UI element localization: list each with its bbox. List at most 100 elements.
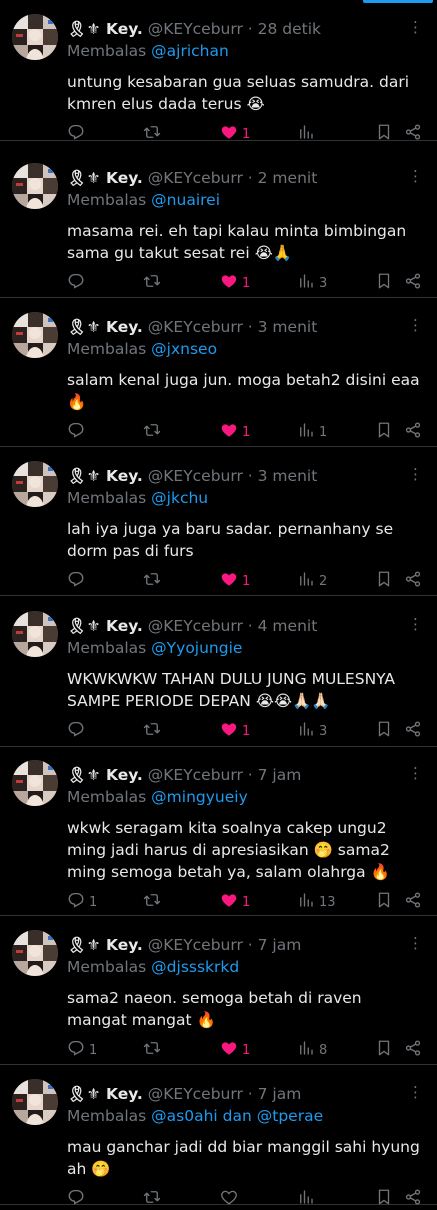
display-name[interactable]: 🎗⚜ Key. [67, 20, 143, 38]
tweet[interactable]: 🎗⚜ Key. @KEYceburr · 3 menit ⋮ Membalas @j… [0, 447, 437, 596]
avatar[interactable] [12, 461, 58, 507]
timestamp[interactable]: 7 jam [258, 936, 302, 954]
avatar[interactable] [12, 14, 58, 60]
avatar[interactable] [12, 163, 58, 209]
avatar[interactable] [12, 760, 58, 806]
share-button[interactable] [404, 571, 422, 591]
bookmark-button[interactable] [375, 1040, 393, 1060]
retweet-button[interactable] [143, 422, 165, 442]
display-name[interactable]: 🎗⚜ Key. [67, 766, 143, 784]
more-icon[interactable]: ⋮ [408, 463, 423, 485]
display-name[interactable]: 🎗⚜ Key. [67, 467, 143, 485]
bookmark-button[interactable] [375, 571, 393, 591]
replying-to-handle[interactable]: @jxnseo [151, 340, 217, 358]
replying-to-handle[interactable]: @ajrichan [151, 42, 229, 60]
reply-button[interactable] [67, 571, 89, 591]
retweet-button[interactable] [143, 1189, 165, 1209]
share-button[interactable] [404, 1189, 422, 1209]
handle[interactable]: @KEYceburr [148, 20, 243, 38]
more-icon[interactable]: ⋮ [408, 16, 423, 38]
handle[interactable]: @KEYceburr [148, 936, 243, 954]
handle[interactable]: @KEYceburr [148, 467, 243, 485]
bookmark-button[interactable] [375, 721, 393, 741]
views-button[interactable] [297, 1189, 319, 1209]
tweet[interactable]: 🎗⚜ Key. @KEYceburr · 3 menit ⋮ Membalas @j… [0, 298, 437, 447]
views-button[interactable]: 2 [297, 571, 327, 591]
handle[interactable]: @KEYceburr [148, 1085, 243, 1103]
display-name[interactable]: 🎗⚜ Key. [67, 318, 143, 336]
tweet[interactable]: 🎗⚜ Key. @KEYceburr · 7 jam ⋮ Membalas @djs… [0, 916, 437, 1065]
bookmark-button[interactable] [375, 422, 393, 442]
like-button[interactable]: 1 [220, 422, 250, 442]
more-icon[interactable]: ⋮ [408, 1081, 423, 1103]
display-name[interactable]: 🎗⚜ Key. [67, 1085, 143, 1103]
like-button[interactable]: 1 [220, 124, 250, 144]
more-icon[interactable]: ⋮ [408, 932, 423, 954]
handle[interactable]: @KEYceburr [148, 766, 243, 784]
views-button[interactable]: 8 [297, 1040, 327, 1060]
share-button[interactable] [404, 892, 422, 912]
display-name[interactable]: 🎗⚜ Key. [67, 169, 143, 187]
bookmark-button[interactable] [375, 124, 393, 144]
timestamp[interactable]: 2 menit [258, 169, 318, 187]
handle[interactable]: @KEYceburr [148, 318, 243, 336]
timestamp[interactable]: 3 menit [258, 318, 318, 336]
like-button[interactable]: 1 [220, 721, 250, 741]
share-button[interactable] [404, 422, 422, 442]
timestamp[interactable]: 7 jam [258, 766, 302, 784]
tweet[interactable]: 🎗⚜ Key. @KEYceburr · 4 menit ⋮ Membalas @Y… [0, 597, 437, 747]
retweet-button[interactable] [143, 273, 165, 293]
reply-button[interactable] [67, 273, 89, 293]
retweet-button[interactable] [143, 571, 165, 591]
more-icon[interactable]: ⋮ [408, 762, 423, 784]
reply-button[interactable]: 1 [67, 892, 97, 912]
bookmark-button[interactable] [375, 1189, 393, 1209]
retweet-button[interactable] [143, 892, 165, 912]
like-button[interactable] [220, 1189, 242, 1209]
tweet[interactable]: 🎗⚜ Key. @KEYceburr · 28 detik ⋮ Membalas @… [0, 0, 437, 144]
share-button[interactable] [404, 1040, 422, 1060]
tweet[interactable]: 🎗⚜ Key. @KEYceburr · 7 jam ⋮ Membalas @as0… [0, 1065, 437, 1205]
avatar[interactable] [12, 312, 58, 358]
more-icon[interactable]: ⋮ [408, 165, 423, 187]
display-name[interactable]: 🎗⚜ Key. [67, 936, 143, 954]
views-button[interactable]: 3 [297, 273, 327, 293]
timestamp[interactable]: 7 jam [258, 1085, 302, 1103]
handle[interactable]: @KEYceburr [148, 169, 243, 187]
replying-to-handle[interactable]: @as0ahi dan @tperae [151, 1107, 323, 1125]
views-button[interactable] [297, 124, 319, 144]
views-button[interactable]: 13 [297, 892, 336, 912]
retweet-button[interactable] [143, 1040, 165, 1060]
tweet[interactable]: 🎗⚜ Key. @KEYceburr · 7 jam ⋮ Membalas @min… [0, 746, 437, 916]
reply-button[interactable] [67, 422, 89, 442]
more-icon[interactable]: ⋮ [408, 613, 423, 635]
replying-to-handle[interactable]: @mingyueiy [151, 788, 248, 806]
replying-to-handle[interactable]: @nuairei [151, 191, 220, 209]
views-button[interactable]: 1 [297, 422, 327, 442]
avatar[interactable] [12, 930, 58, 976]
display-name[interactable]: 🎗⚜ Key. [67, 617, 143, 635]
avatar[interactable] [12, 611, 58, 657]
share-button[interactable] [404, 124, 422, 144]
like-button[interactable]: 1 [220, 571, 250, 591]
like-button[interactable]: 1 [220, 892, 250, 912]
retweet-button[interactable] [143, 721, 165, 741]
avatar[interactable] [12, 1079, 58, 1125]
views-button[interactable]: 3 [297, 721, 327, 741]
like-button[interactable]: 1 [220, 273, 250, 293]
bookmark-button[interactable] [375, 273, 393, 293]
handle[interactable]: @KEYceburr [148, 617, 243, 635]
reply-button[interactable] [67, 124, 89, 144]
timestamp[interactable]: 3 menit [258, 467, 318, 485]
like-button[interactable]: 1 [220, 1040, 250, 1060]
more-icon[interactable]: ⋮ [408, 314, 423, 336]
reply-button[interactable] [67, 721, 89, 741]
reply-button[interactable] [67, 1189, 89, 1209]
timestamp[interactable]: 28 detik [258, 20, 321, 38]
retweet-button[interactable] [143, 124, 165, 144]
replying-to-handle[interactable]: @djssskrkd [151, 958, 239, 976]
bookmark-button[interactable] [375, 892, 393, 912]
replying-to-handle[interactable]: @Yyojungie [151, 639, 242, 657]
reply-button[interactable]: 1 [67, 1040, 97, 1060]
share-button[interactable] [404, 273, 422, 293]
